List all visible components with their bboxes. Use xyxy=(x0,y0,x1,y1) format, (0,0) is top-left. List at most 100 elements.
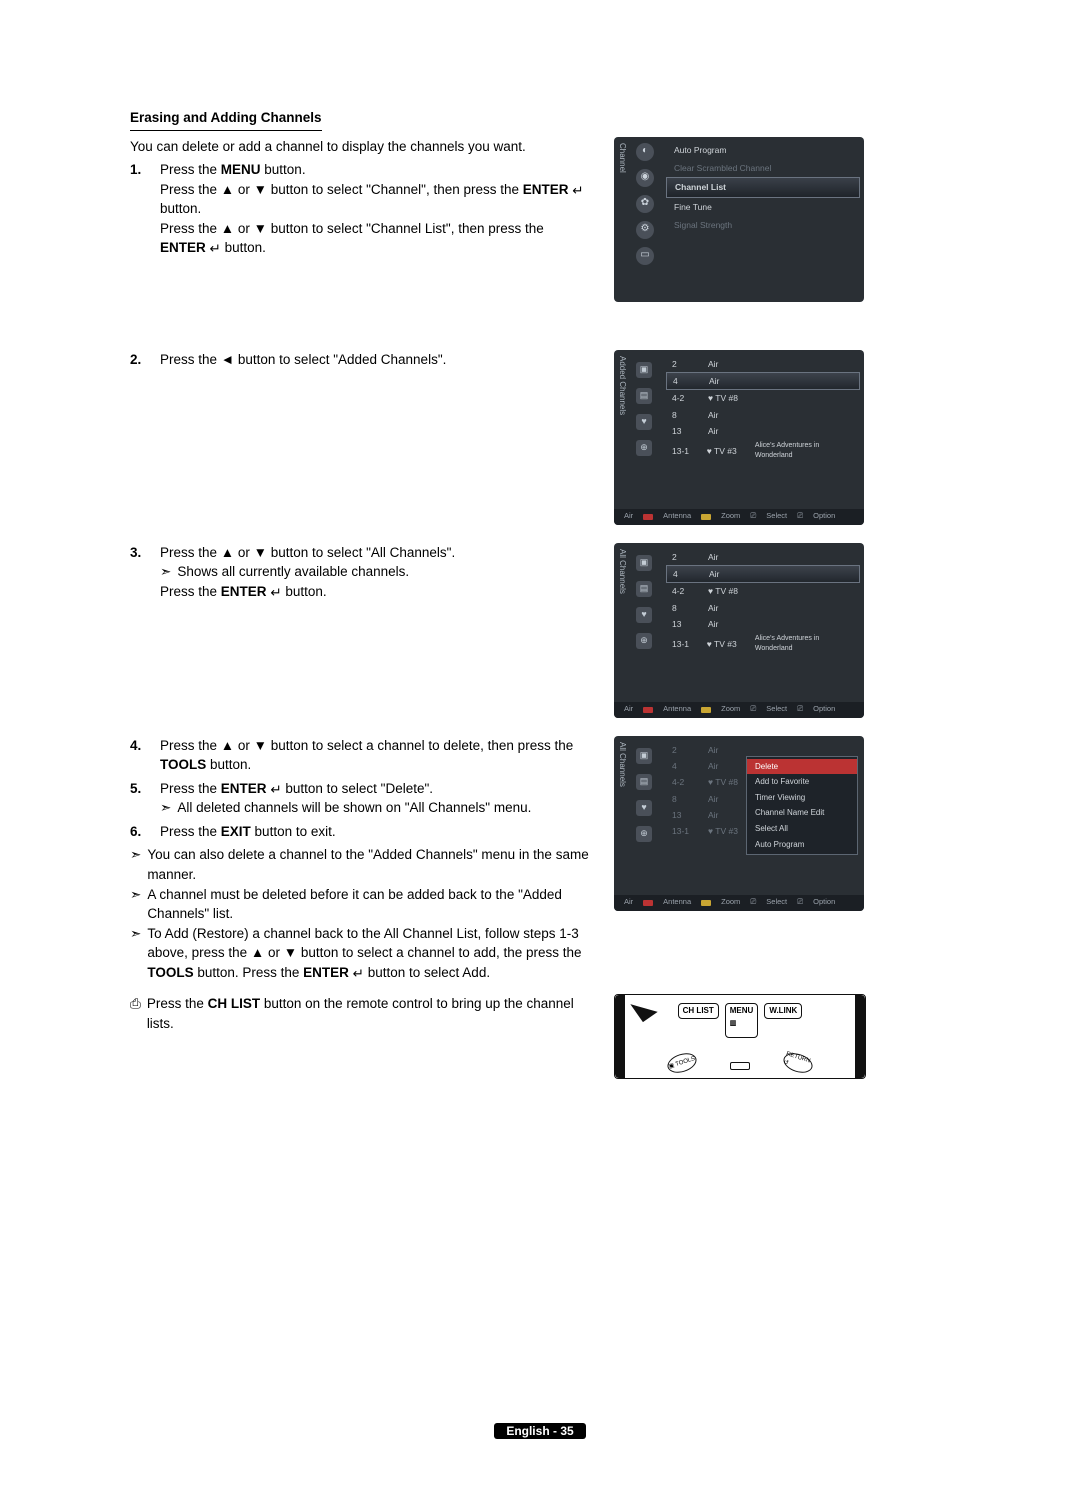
ch-type: Air xyxy=(709,568,749,580)
note-icon xyxy=(130,885,141,924)
wlink-button: W.LINK xyxy=(764,1003,802,1019)
step-text: button to select "Delete". xyxy=(282,781,433,796)
step-text: button to exit. xyxy=(251,824,336,839)
ch-num: 13-1 xyxy=(672,638,697,650)
list-icon-column: ▣▤♥⊕ xyxy=(632,362,656,456)
enter-icon xyxy=(572,183,583,198)
ch-num: 4-2 xyxy=(672,392,698,404)
yellow-key-icon xyxy=(701,707,711,713)
ch-type: Air xyxy=(708,809,748,821)
footer-text: Select xyxy=(766,704,787,715)
section-heading: Erasing and Adding Channels xyxy=(130,108,322,131)
ch-num: 2 xyxy=(672,551,698,563)
footer-text: Option xyxy=(813,897,835,908)
tv-menu-screenshot: Channel ◐ ◉ ✿ ⚙ ▭ Auto Program Clear Scr… xyxy=(614,137,864,302)
menu-item: Auto Program xyxy=(666,141,860,159)
red-key-icon xyxy=(643,707,653,713)
intro-text: You can delete or add a channel to displ… xyxy=(130,137,590,157)
ch-num: 4 xyxy=(673,568,699,580)
select-icon xyxy=(750,704,756,715)
step-number: 2. xyxy=(130,350,148,370)
option-icon xyxy=(797,511,803,522)
note-text: Shows all currently available channels. xyxy=(177,562,409,582)
step-text: Press the xyxy=(160,584,221,599)
popup-item: Channel Name Edit xyxy=(747,805,857,821)
step-text: button. xyxy=(160,201,201,216)
note-text: Press the CH LIST button on the remote c… xyxy=(147,994,590,1033)
footer-text: Select xyxy=(766,511,787,522)
footer-text: Option xyxy=(813,704,835,715)
note-text: You can also delete a channel to the "Ad… xyxy=(147,845,590,884)
ch-type: Air xyxy=(708,551,748,563)
chlist-button: CH LIST xyxy=(678,1003,719,1019)
ch-num: 13-1 xyxy=(672,445,697,457)
ch-type: Air xyxy=(708,744,748,756)
remote-icon xyxy=(130,994,141,1033)
ch-type: ♥ TV #8 xyxy=(708,392,748,404)
footer-text: Zoom xyxy=(721,897,740,908)
step-text: Press the xyxy=(160,824,221,839)
ch-type: Air xyxy=(708,409,748,421)
input-icon: ▭ xyxy=(636,247,654,265)
ch-num: 13 xyxy=(672,425,698,437)
ch-num: 4 xyxy=(673,375,699,387)
step-text: Press the ◄ button to select "Added Chan… xyxy=(160,350,590,370)
footer-text: Option xyxy=(813,511,835,522)
ch-num: 13 xyxy=(672,618,698,630)
tools-button-oval: ▣ TOOLS xyxy=(665,1050,699,1076)
select-icon xyxy=(750,897,756,908)
added-channels-screenshot: Added Channels ▣▤♥⊕ 2Air 4Air 4-2♥ TV #8… xyxy=(614,350,864,525)
select-icon xyxy=(750,511,756,522)
footer-text: Air xyxy=(624,704,633,715)
option-icon xyxy=(797,897,803,908)
ch-num: 8 xyxy=(672,602,698,614)
menu-icon-column: ◐ ◉ ✿ ⚙ ▭ xyxy=(630,143,660,265)
all-channels-screenshot: All Channels ▣▤♥⊕ 2Air 4Air 4-2♥ TV #8 8… xyxy=(614,543,864,718)
step-text: Press the ▲ or ▼ button to select a chan… xyxy=(160,738,573,753)
menu-item: Fine Tune xyxy=(666,198,860,216)
pointer-arrow-icon xyxy=(630,994,657,1022)
step-2: 2. Press the ◄ button to select "Added C… xyxy=(130,350,590,370)
option-icon xyxy=(797,704,803,715)
ch-num: 4-2 xyxy=(672,585,698,597)
enter-icon xyxy=(353,966,364,981)
menu-item: Signal Strength xyxy=(666,216,860,234)
red-key-icon xyxy=(643,514,653,520)
step-number: 5. xyxy=(130,779,148,818)
step-6: 6. Press the EXIT button to exit. xyxy=(130,822,590,842)
step-text: button. xyxy=(282,584,327,599)
note-text: To Add (Restore) a channel back to the A… xyxy=(147,924,590,983)
exit-label: EXIT xyxy=(221,824,251,839)
yellow-key-icon xyxy=(701,900,711,906)
return-button-oval: RETURN ↺ xyxy=(781,1050,815,1076)
menu-item-selected: Channel List xyxy=(666,177,860,197)
step-number: 4. xyxy=(130,736,148,775)
menu-label: MENU xyxy=(221,162,261,177)
step-text: Press the xyxy=(160,781,221,796)
popup-screenshot: All Channels ▣▤♥⊕ 2Air 4Air 4-2♥ TV #8 8… xyxy=(614,736,864,911)
step-text: Press the xyxy=(160,162,221,177)
ch-type: Air xyxy=(708,760,748,772)
tools-label: TOOLS xyxy=(160,757,206,772)
page-footer: English - 35 xyxy=(0,1423,1080,1440)
step-4: 4. Press the ▲ or ▼ button to select a c… xyxy=(130,736,590,775)
note-b: A channel must be deleted before it can … xyxy=(130,885,590,924)
side-label: Channel xyxy=(616,143,628,173)
channel-rows: 2Air 4Air 4-2♥ TV #8 8Air 13Air 13-1♥ TV… xyxy=(666,549,860,657)
step-text: Press the ▲ or ▼ button to select "Chann… xyxy=(160,221,544,236)
ch-type: ♥ TV #8 xyxy=(708,585,748,597)
channel-icon: ✿ xyxy=(636,195,654,213)
step-3: 3. Press the ▲ or ▼ button to select "Al… xyxy=(130,543,590,602)
screen-footer: Air Antenna Zoom Select Option xyxy=(614,895,864,911)
footer-text: Air xyxy=(624,897,633,908)
ch-num: 8 xyxy=(672,793,698,805)
enter-icon xyxy=(270,782,281,797)
red-key-icon xyxy=(643,900,653,906)
ch-name: Alice's Adventures in Wonderland xyxy=(755,441,854,461)
footer-text: Antenna xyxy=(663,897,691,908)
ch-name: Alice's Adventures in Wonderland xyxy=(755,634,854,654)
ch-num: 8 xyxy=(672,409,698,421)
remote-mini-button xyxy=(730,1062,750,1070)
screen-footer: Air Antenna Zoom Select Option xyxy=(614,702,864,718)
remote-illustration: CH LIST MENU▥ W.LINK ▣ TOOLS RETURN ↺ xyxy=(614,994,866,1079)
